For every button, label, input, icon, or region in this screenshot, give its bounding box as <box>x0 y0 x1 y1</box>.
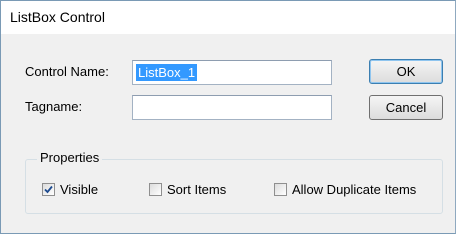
visible-checkbox[interactable] <box>42 183 55 196</box>
listbox-control-dialog: ListBox Control Control Name: ListBox_1 … <box>0 0 456 234</box>
control-name-input[interactable]: ListBox_1 <box>132 60 332 85</box>
allow-duplicate-items-label: Allow Duplicate Items <box>292 182 417 197</box>
properties-legend: Properties <box>37 150 103 165</box>
control-name-label: Control Name: <box>25 64 109 79</box>
ok-button[interactable]: OK <box>369 59 443 84</box>
tagname-label: Tagname: <box>25 99 83 114</box>
control-name-value: ListBox_1 <box>136 64 198 81</box>
tagname-input[interactable] <box>132 95 332 120</box>
visible-label: Visible <box>60 182 99 197</box>
cancel-button[interactable]: Cancel <box>369 95 443 120</box>
allow-duplicate-items-checkbox[interactable] <box>274 183 287 196</box>
checkmark-icon <box>44 185 53 194</box>
dialog-title: ListBox Control <box>10 9 105 25</box>
sort-items-label: Sort Items <box>167 182 227 197</box>
title-bar[interactable]: ListBox Control <box>1 1 455 34</box>
sort-items-checkbox[interactable] <box>149 183 162 196</box>
